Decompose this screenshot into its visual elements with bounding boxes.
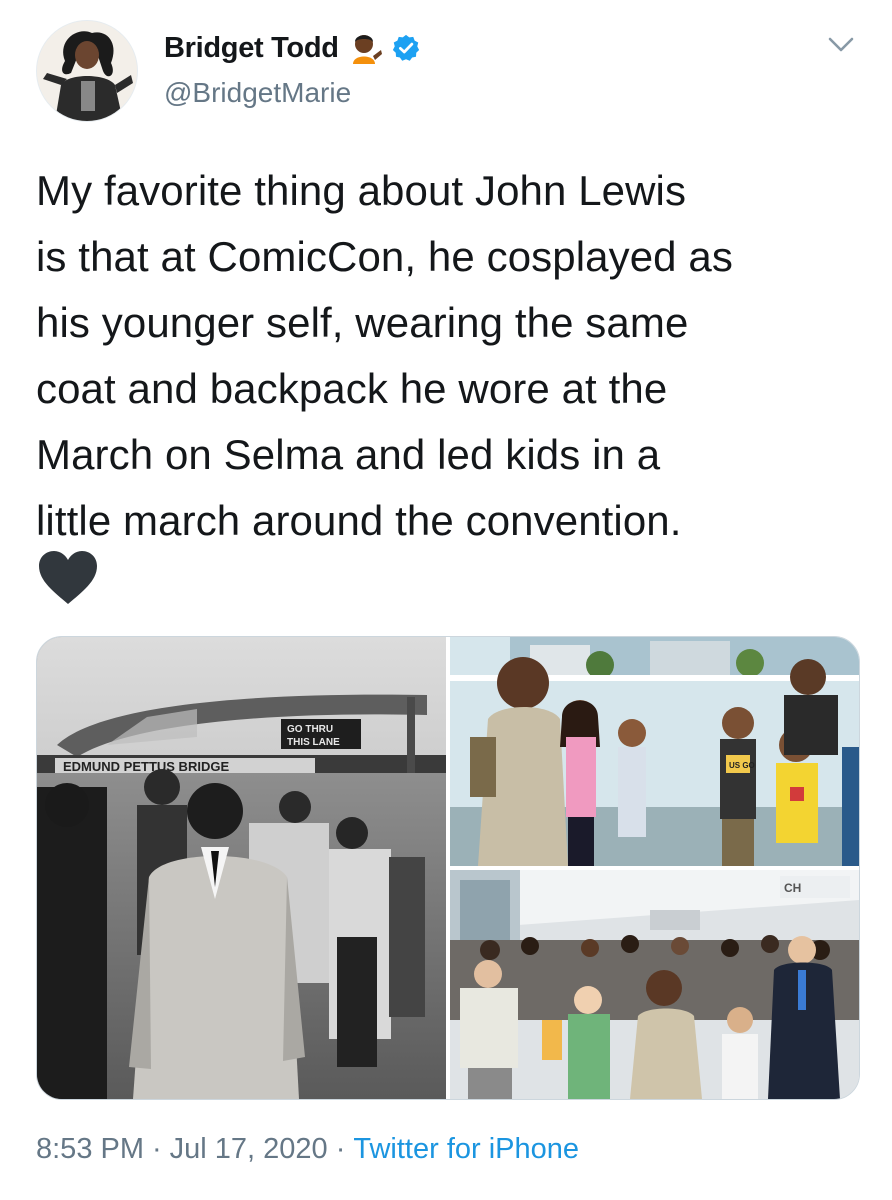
- badge-text: US GO: [729, 761, 755, 770]
- tweet-time[interactable]: 8:53 PM: [36, 1133, 144, 1165]
- tweet-text-line: is that at ComicCon, he cosplayed as: [36, 233, 733, 280]
- photo-comiccon-kids[interactable]: US GO: [450, 637, 859, 866]
- tweet-text-line: coat and backpack he wore at the: [36, 365, 668, 412]
- photo-selma-march[interactable]: EDMUND PETTUS BRIDGE GO THRU THIS LANE: [37, 637, 446, 1099]
- tweet-date[interactable]: Jul 17, 2020: [170, 1133, 328, 1165]
- avatar[interactable]: [36, 20, 138, 122]
- display-name[interactable]: Bridget Todd: [164, 32, 339, 65]
- tweet-text-line: March on Selma and led kids in a: [36, 431, 661, 478]
- tweet-source-link[interactable]: Twitter for iPhone: [353, 1133, 579, 1165]
- tweet-header: Bridget Todd @BridgetMarie: [0, 0, 892, 140]
- black-heart-icon: [36, 547, 100, 611]
- tweet-text-line: My favorite thing about John Lewis: [36, 167, 687, 214]
- lane-sign-line2: THIS LANE: [287, 737, 340, 748]
- media-grid[interactable]: EDMUND PETTUS BRIDGE GO THRU THIS LANE U…: [36, 636, 860, 1100]
- footer-separator: ·: [152, 1133, 162, 1165]
- tweet-text-line: his younger self, wearing the same: [36, 299, 689, 346]
- tweet-footer: 8:53 PM · Jul 17, 2020 · Twitter for iPhone: [36, 1133, 579, 1166]
- footer-separator: ·: [335, 1133, 346, 1165]
- photo-comiccon-march[interactable]: CH: [450, 870, 859, 1099]
- author-name-row: Bridget Todd: [164, 30, 421, 66]
- verified-badge-icon: [391, 33, 421, 63]
- person-tipping-hand-emoji-icon: [347, 30, 383, 66]
- chevron-down-icon[interactable]: [824, 30, 858, 60]
- lane-sign-line1: GO THRU: [287, 724, 333, 735]
- wall-sign-text: CH: [784, 881, 801, 895]
- bridge-sign-text: EDMUND PETTUS BRIDGE: [63, 759, 229, 774]
- author-handle[interactable]: @BridgetMarie: [164, 77, 351, 109]
- tweet-text: My favorite thing about John Lewis is th…: [36, 158, 866, 554]
- tweet-text-line: little march around the convention.: [36, 497, 682, 544]
- avatar-photo: [37, 21, 137, 121]
